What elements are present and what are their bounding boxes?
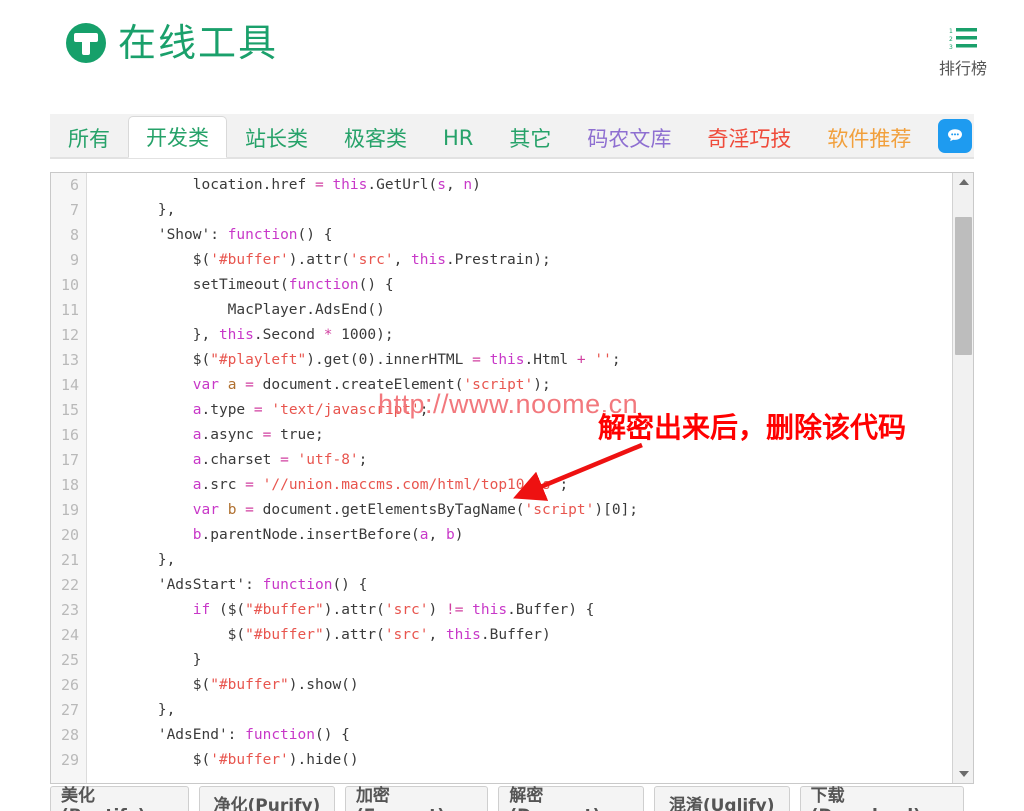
category-tabbar: 所有 开发类 站长类 极客类 HR 其它 码农文库 奇淫巧技 软件推荐 [50,114,974,158]
code-editor[interactable]: 6 7 8 9 10 11 12 13 14 15 16 17 18 19 20 21 22 23 24 25 26 27… [50,172,974,784]
brand-title: 在线工具 [118,21,279,65]
line-number: 12 [60,326,79,344]
line-number: 26 [60,676,79,694]
action-button-3[interactable]: 解密(Decrypt) [498,786,644,811]
tab-1[interactable]: 开发类 [128,116,227,158]
line-number: 24 [60,626,79,644]
line-number: 17 [60,451,79,469]
line-number: 22 [60,576,79,594]
code-content[interactable]: location.href = this.GetUrl(s, n) }, 'Sh… [88,173,951,783]
code-line[interactable]: }, this.Second * 1000); [88,323,951,348]
ranking-label: 排行榜 [938,59,987,78]
code-line[interactable]: a.type = 'text/javascript'; [88,398,951,423]
action-button-5[interactable]: 下载(Download) [799,786,964,811]
svg-text:2: 2 [949,36,953,43]
code-line[interactable]: }, [88,198,951,223]
code-line[interactable]: if ($("#buffer").attr('src') != this.Buf… [88,598,951,623]
scroll-down-arrow-icon[interactable] [953,765,973,783]
svg-text:3: 3 [949,44,953,50]
line-number: 27 [60,701,79,719]
svg-text:1: 1 [949,28,953,35]
code-line[interactable]: b.parentNode.insertBefore(a, b) [88,523,951,548]
brand-logo[interactable]: 在线工具 [66,23,278,63]
tab-2[interactable]: 站长类 [227,116,326,158]
code-line[interactable]: $("#buffer").show() [88,673,951,698]
line-number: 10 [60,276,79,294]
action-toolbar: 美化(Beutify) 净化(Purify) 加密(Encrypt) 解密(Decry… [50,786,974,811]
line-number: 9 [69,251,79,269]
line-number: 8 [69,226,79,244]
editor-vertical-scrollbar[interactable] [952,173,973,783]
chat-button[interactable] [938,119,972,153]
code-line[interactable]: 'AdsStart': function() { [88,573,951,598]
tab-6[interactable]: 码农文库 [569,116,689,158]
code-line[interactable]: setTimeout(function() { [88,273,951,298]
code-line[interactable]: $("#buffer").attr('src', this.Buffer) [88,623,951,648]
line-number: 13 [60,351,79,369]
line-number: 15 [60,401,79,419]
line-number: 23 [60,601,79,619]
line-number: 11 [60,301,79,319]
tab-0[interactable]: 所有 [50,116,128,158]
code-line[interactable]: 'Show': function() { [88,223,951,248]
line-number: 20 [60,526,79,544]
line-number: 19 [60,501,79,519]
code-line[interactable]: $("#playleft").get(0).innerHTML = this.H… [88,348,951,373]
chat-bubble-icon [948,129,962,142]
tool-logo-icon [66,23,106,63]
line-number: 29 [60,751,79,769]
tab-8[interactable]: 软件推荐 [809,116,929,158]
code-line[interactable]: a.src = '//union.maccms.com/html/top10.j… [88,473,951,498]
scrollbar-thumb[interactable] [955,217,972,355]
line-number: 6 [69,176,79,194]
line-number: 16 [60,426,79,444]
ordered-list-icon: 1 2 3 [949,28,977,50]
line-number: 28 [60,726,79,744]
action-button-0[interactable]: 美化(Beutify) [50,786,189,811]
code-line[interactable]: MacPlayer.AdsEnd() [88,298,951,323]
tab-3[interactable]: 极客类 [326,116,425,158]
ranking-link[interactable]: 1 2 3 排行榜 [928,26,998,79]
line-number: 18 [60,476,79,494]
code-line[interactable]: var a = document.createElement('script')… [88,373,951,398]
site-header: 在线工具 1 2 3 排行榜 [0,0,1024,98]
action-button-2[interactable]: 加密(Encrypt) [344,786,489,811]
line-number: 14 [60,376,79,394]
code-line[interactable]: $('#buffer').attr('src', this.Prestrain)… [88,248,951,273]
tab-7[interactable]: 奇淫巧技 [689,116,809,158]
action-button-1[interactable]: 净化(Purify) [198,786,335,811]
code-line[interactable]: a.async = true; [88,423,951,448]
code-line[interactable]: var b = document.getElementsByTagName('s… [88,498,951,523]
code-line[interactable]: }, [88,548,951,573]
scroll-up-arrow-icon[interactable] [953,173,973,191]
code-line[interactable]: } [88,648,951,673]
line-number: 21 [60,551,79,569]
action-button-4[interactable]: 混淆(Uglify) [653,786,790,811]
code-line[interactable]: }, [88,698,951,723]
page-root: 在线工具 1 2 3 排行榜 所有 开发类 站长类 极客类 HR 其它 码农文库 奇淫巧技 软件… [0,0,1024,811]
code-line[interactable]: location.href = this.GetUrl(s, n) [88,173,951,198]
line-number: 7 [69,201,79,219]
code-line[interactable]: $('#buffer').hide() [88,748,951,773]
line-number-gutter: 6 7 8 9 10 11 12 13 14 15 16 17 18 19 20 21 22 23 24 25 26 27… [51,173,87,783]
tab-4[interactable]: HR [425,116,491,158]
tab-5[interactable]: 其它 [491,116,569,158]
code-line[interactable]: 'AdsEnd': function() { [88,723,951,748]
line-number: 25 [60,651,79,669]
code-line[interactable]: a.charset = 'utf-8'; [88,448,951,473]
